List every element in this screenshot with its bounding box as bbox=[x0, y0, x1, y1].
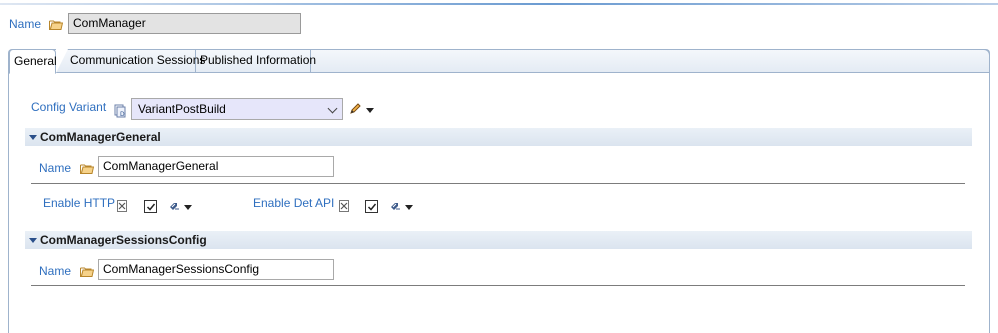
link-icon[interactable] bbox=[168, 200, 180, 215]
dropdown-arrow-icon[interactable] bbox=[405, 205, 413, 210]
edit-pencil-icon[interactable] bbox=[349, 103, 361, 118]
tab-general-label: General bbox=[14, 54, 57, 68]
enable-http-checkbox[interactable] bbox=[144, 200, 157, 213]
link-icon[interactable] bbox=[389, 200, 401, 215]
config-variant-value: VariantPostBuild bbox=[138, 102, 226, 116]
section-title-commanagersessionsconfig: ComManagerSessionsConfig bbox=[40, 233, 207, 247]
section1-divider bbox=[31, 183, 965, 184]
tab-published-information[interactable]: Published Information bbox=[196, 49, 316, 73]
collapse-icon[interactable] bbox=[29, 238, 37, 243]
folder-icon bbox=[49, 19, 64, 30]
folder-icon bbox=[80, 266, 95, 277]
tab-general[interactable]: General bbox=[9, 49, 57, 74]
section2-name-label: Name bbox=[39, 264, 72, 278]
section2-divider bbox=[31, 285, 965, 286]
collapse-icon[interactable] bbox=[29, 135, 37, 140]
config-variant-label: Config Variant bbox=[31, 100, 107, 114]
section-title-commanagergeneral: ComManagerGeneral bbox=[40, 130, 161, 144]
variant-icon: D bbox=[114, 104, 126, 121]
chevron-down-icon bbox=[327, 103, 338, 114]
enable-http-label: Enable HTTP bbox=[43, 196, 116, 210]
tab-communication-sessions[interactable]: Communication Sessions bbox=[66, 49, 205, 73]
section-header-commanagergeneral[interactable] bbox=[25, 128, 972, 146]
folder-icon bbox=[80, 163, 95, 174]
tab-published-information-label: Published Information bbox=[200, 53, 317, 67]
name-label: Name bbox=[9, 17, 42, 31]
svg-text:D: D bbox=[120, 111, 125, 118]
component-name-field[interactable]: ComManager bbox=[68, 13, 301, 34]
enable-det-api-checkbox[interactable] bbox=[365, 200, 378, 213]
tab-communication-sessions-label: Communication Sessions bbox=[70, 53, 206, 67]
enable-det-api-label: Enable Det API bbox=[253, 196, 335, 210]
excel-icon bbox=[339, 200, 349, 215]
section2-name-field[interactable]: ComManagerSessionsConfig bbox=[98, 259, 334, 280]
config-variant-select[interactable]: VariantPostBuild bbox=[131, 98, 343, 120]
excel-icon bbox=[117, 200, 127, 215]
dropdown-arrow-icon[interactable] bbox=[366, 108, 374, 113]
section1-name-label: Name bbox=[39, 161, 72, 175]
dropdown-arrow-icon[interactable] bbox=[184, 205, 192, 210]
section1-name-field[interactable]: ComManagerGeneral bbox=[98, 156, 334, 177]
top-accent-line bbox=[0, 3, 998, 5]
